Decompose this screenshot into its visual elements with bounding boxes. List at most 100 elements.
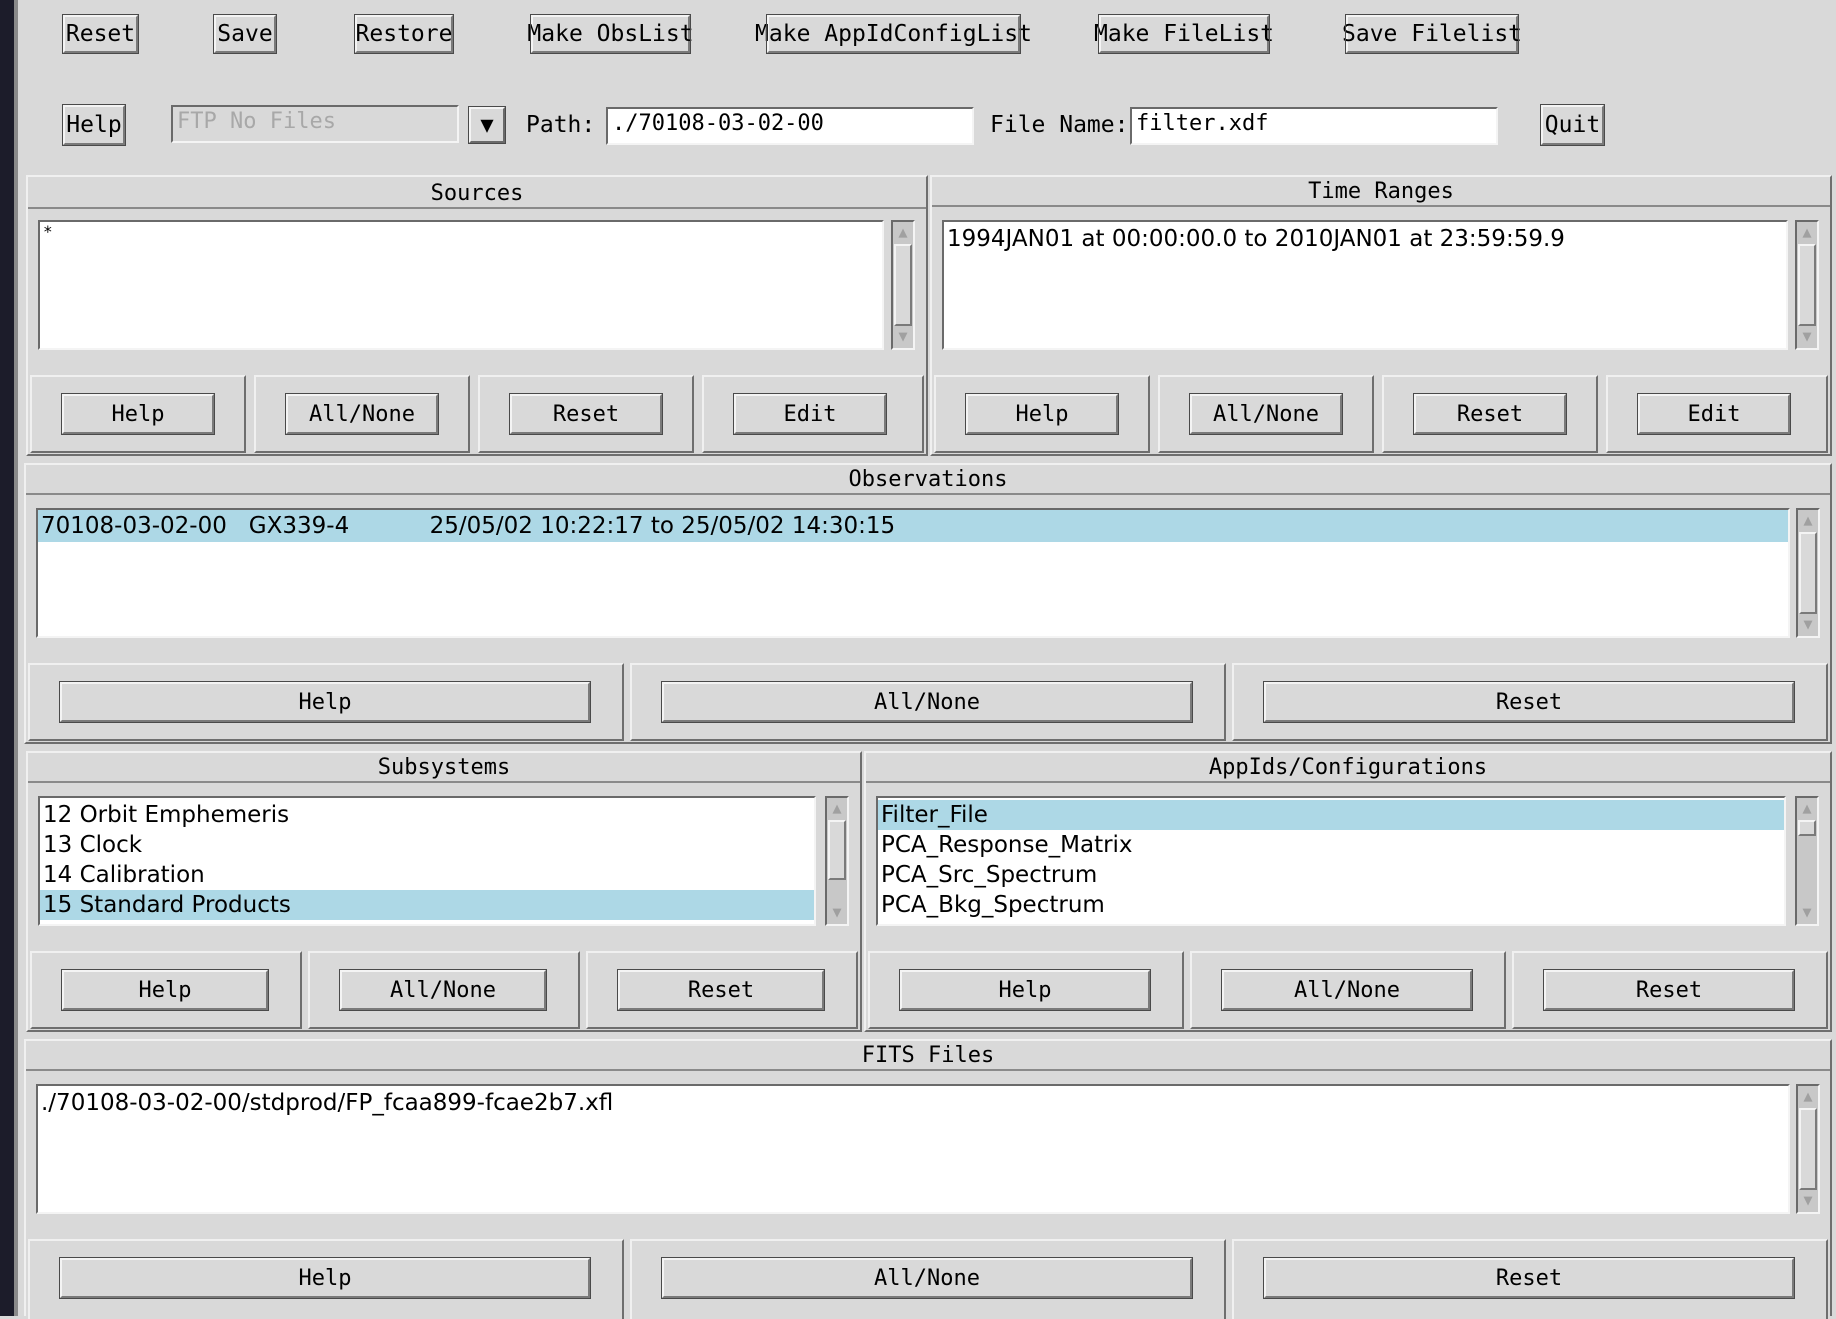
appids-list[interactable]: Filter_File PCA_Response_Matrix PCA_Src_… [876,796,1786,926]
list-item[interactable]: PCA_Response_Matrix [878,830,1784,860]
list-item[interactable]: PCA_Src_Spectrum [878,860,1784,890]
scroll-thumb[interactable] [894,244,912,326]
path-input[interactable]: ./70108-03-02-00 [606,107,974,145]
ftp-select-field[interactable]: FTP No Files [171,105,459,143]
scroll-thumb[interactable] [1799,1108,1817,1190]
sources-title: Sources [28,179,926,209]
observations-help-cell: Help [28,663,624,741]
subsystems-allnone-cell: All/None [308,951,580,1029]
fits-files-allnone-cell: All/None [630,1239,1226,1319]
make-obslist-button[interactable]: Make ObsList [527,14,694,54]
scroll-up-arrow-icon[interactable]: ▲ [1799,1087,1817,1105]
fits-files-title: FITS Files [26,1041,1830,1071]
fits-files-help-button[interactable]: Help [59,1257,591,1299]
appids-allnone-cell: All/None [1190,951,1506,1029]
appids-help-button[interactable]: Help [899,969,1151,1011]
sources-edit-cell: Edit [702,375,924,453]
list-item[interactable]: 13 Clock [40,830,814,860]
save-button[interactable]: Save [213,14,277,54]
appids-panel: AppIds/Configurations Filter_File PCA_Re… [864,751,1832,1032]
time-ranges-panel: Time Ranges 1994JAN01 at 00:00:00.0 to 2… [930,175,1832,456]
file-name-label: File Name: [990,112,1129,138]
time-ranges-allnone-cell: All/None [1158,375,1374,453]
list-item[interactable]: 15 Standard Products [40,890,814,920]
scroll-down-arrow-icon[interactable]: ▼ [828,903,846,921]
time-ranges-reset-button[interactable]: Reset [1413,393,1567,435]
subsystems-help-button[interactable]: Help [61,969,269,1011]
observations-help-button[interactable]: Help [59,681,591,723]
fits-files-scrollbar[interactable]: ▲ ▼ [1796,1084,1820,1214]
subsystems-list[interactable]: 12 Orbit Emphemeris 13 Clock 14 Calibrat… [38,796,816,926]
sources-allnone-button[interactable]: All/None [285,393,439,435]
scroll-up-arrow-icon[interactable]: ▲ [1798,223,1816,241]
sources-reset-button[interactable]: Reset [509,393,663,435]
sources-scrollbar[interactable]: ▲ ▼ [891,220,915,350]
list-item[interactable]: 14 Calibration [40,860,814,890]
list-item[interactable]: ./70108-03-02-00/stdprod/FP_fcaa899-fcae… [38,1086,1788,1120]
observations-reset-button[interactable]: Reset [1263,681,1795,723]
time-ranges-help-button[interactable]: Help [965,393,1119,435]
scroll-up-arrow-icon[interactable]: ▲ [1799,511,1817,529]
appids-allnone-button[interactable]: All/None [1221,969,1473,1011]
list-item[interactable]: * [40,222,882,242]
observations-allnone-button[interactable]: All/None [661,681,1193,723]
observations-scrollbar[interactable]: ▲ ▼ [1796,508,1820,638]
scroll-down-arrow-icon[interactable]: ▼ [894,327,912,345]
list-item[interactable]: 12 Orbit Emphemeris [40,800,814,830]
observations-panel: Observations 70108-03-02-00 GX339-4 25/0… [24,463,1832,744]
subsystems-reset-cell: Reset [586,951,858,1029]
subsystems-panel: Subsystems 12 Orbit Emphemeris 13 Clock … [26,751,862,1032]
scroll-up-arrow-icon[interactable]: ▲ [1798,799,1816,817]
help-button[interactable]: Help [62,104,126,146]
scroll-thumb[interactable] [1798,820,1816,836]
observations-reset-cell: Reset [1232,663,1828,741]
fits-files-panel: FITS Files ./70108-03-02-00/stdprod/FP_f… [24,1039,1832,1319]
list-item[interactable]: PCA_Bkg_Spectrum [878,890,1784,920]
restore-button[interactable]: Restore [354,14,454,54]
subsystems-scrollbar[interactable]: ▲ ▼ [825,796,849,926]
scroll-down-arrow-icon[interactable]: ▼ [1799,1191,1817,1209]
time-ranges-title: Time Ranges [932,177,1830,207]
subsystems-reset-button[interactable]: Reset [617,969,825,1011]
scroll-up-arrow-icon[interactable]: ▲ [828,799,846,817]
fits-files-list[interactable]: ./70108-03-02-00/stdprod/FP_fcaa899-fcae… [36,1084,1790,1214]
fits-files-allnone-button[interactable]: All/None [661,1257,1193,1299]
appids-title: AppIds/Configurations [866,753,1830,783]
scroll-down-arrow-icon[interactable]: ▼ [1799,615,1817,633]
sources-edit-button[interactable]: Edit [733,393,887,435]
observations-list[interactable]: 70108-03-02-00 GX339-4 25/05/02 10:22:17… [36,508,1790,638]
appids-scrollbar[interactable]: ▲ ▼ [1795,796,1819,926]
scroll-thumb[interactable] [1799,532,1817,614]
time-ranges-edit-button[interactable]: Edit [1637,393,1791,435]
appids-reset-button[interactable]: Reset [1543,969,1795,1011]
path-label: Path: [526,112,596,138]
subsystems-allnone-button[interactable]: All/None [339,969,547,1011]
observations-allnone-cell: All/None [630,663,1226,741]
list-item[interactable]: Filter_File [878,800,1784,830]
make-appidconfiglist-button[interactable]: Make AppIdConfigList [755,14,1032,54]
fits-files-reset-button[interactable]: Reset [1263,1257,1795,1299]
scroll-down-arrow-icon[interactable]: ▼ [1798,327,1816,345]
subsystems-title: Subsystems [28,753,860,783]
time-ranges-list[interactable]: 1994JAN01 at 00:00:00.0 to 2010JAN01 at … [942,220,1788,350]
scroll-down-arrow-icon[interactable]: ▼ [1798,903,1816,921]
scroll-thumb[interactable] [828,820,846,880]
sources-list[interactable]: * [38,220,884,350]
save-filelist-button[interactable]: Save Filelist [1342,14,1522,54]
reset-button[interactable]: Reset [62,14,139,54]
time-ranges-scrollbar[interactable]: ▲ ▼ [1795,220,1819,350]
appids-reset-cell: Reset [1512,951,1828,1029]
make-filelist-button[interactable]: Make FileList [1094,14,1274,54]
scroll-thumb[interactable] [1798,244,1816,326]
sources-help-button[interactable]: Help [61,393,215,435]
time-ranges-allnone-button[interactable]: All/None [1189,393,1343,435]
fits-files-reset-cell: Reset [1232,1239,1828,1319]
fits-files-help-cell: Help [28,1239,624,1319]
scroll-up-arrow-icon[interactable]: ▲ [894,223,912,241]
quit-button[interactable]: Quit [1540,104,1605,146]
dropdown-arrow-icon[interactable]: ▼ [468,106,506,144]
file-name-input[interactable]: filter.xdf [1130,107,1498,145]
time-ranges-reset-cell: Reset [1382,375,1598,453]
list-item[interactable]: 70108-03-02-00 GX339-4 25/05/02 10:22:17… [38,510,1788,542]
list-item[interactable]: 1994JAN01 at 00:00:00.0 to 2010JAN01 at … [944,222,1786,256]
